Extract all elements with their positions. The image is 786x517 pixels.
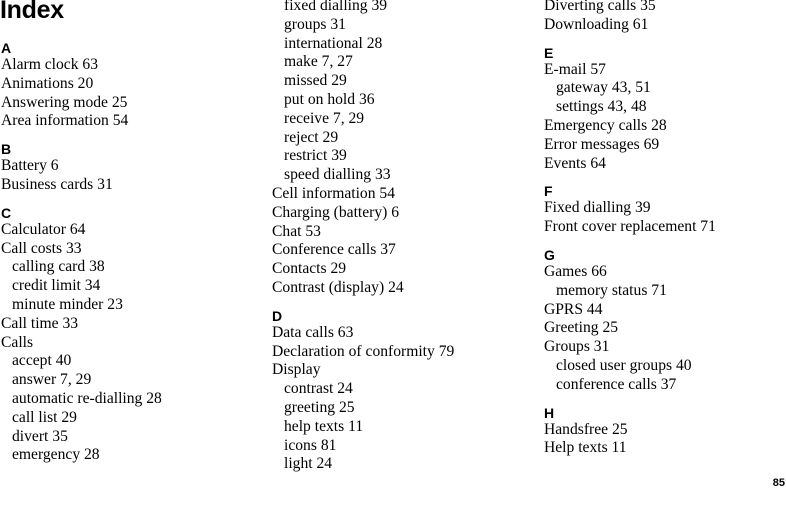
index-subentry: automatic re-dialling 28 <box>12 389 162 407</box>
section-letter-heading: F <box>544 183 553 200</box>
index-subentry: contrast 24 <box>284 380 353 398</box>
index-entry: Events 64 <box>544 154 606 172</box>
index-entry: Conference calls 37 <box>272 241 396 259</box>
index-column-3: Diverting calls 35 Downloading 61 E E-mail … <box>544 0 716 458</box>
index-subentry: speed dialling 33 <box>284 166 391 184</box>
index-entry: Groups 31 <box>544 338 610 356</box>
section-letter-heading: A <box>1 40 12 56</box>
index-entry: Contacts 29 <box>272 260 347 278</box>
index-entry: Call costs 33 <box>1 239 82 257</box>
index-subentry: call list 29 <box>12 408 77 426</box>
index-subentry: credit limit 34 <box>12 277 101 295</box>
index-subentry: reject 29 <box>284 128 339 146</box>
index-entry: Games 66 <box>544 262 607 280</box>
index-entry: Downloading 61 <box>544 15 649 33</box>
index-subentry: international 28 <box>284 34 383 52</box>
index-entry: Fixed dialling 39 <box>544 199 651 217</box>
index-subentry: emergency 28 <box>12 446 100 464</box>
index-column-2: fixed dialling 39 groups 31 international … <box>272 0 454 474</box>
index-entry: Charging (battery) 6 <box>272 203 400 221</box>
index-subentry: missed 29 <box>284 72 347 90</box>
index-subentry: light 24 <box>284 455 333 473</box>
index-subentry: make 7, 27 <box>284 53 353 71</box>
page-title: Index <box>0 0 64 24</box>
index-subentry: answer 7, 29 <box>12 371 92 389</box>
index-subentry: groups 31 <box>284 15 346 33</box>
index-entry: Calls <box>1 333 34 351</box>
index-subentry: gateway 43, 51 <box>556 79 651 97</box>
index-entry: Error messages 69 <box>544 135 660 153</box>
index-entry: Contrast (display) 24 <box>272 278 404 296</box>
index-entry: Alarm clock 63 <box>1 56 98 73</box>
index-entry: Animations 20 <box>1 74 94 92</box>
index-subentry: accept 40 <box>12 352 72 370</box>
index-entry: GPRS 44 <box>544 300 603 318</box>
index-subentry: help texts 11 <box>284 417 364 435</box>
index-subentry: calling card 38 <box>12 258 105 276</box>
index-entry: Data calls 63 <box>272 323 354 341</box>
index-entry: Help texts 11 <box>544 439 627 457</box>
section-letter-heading: D <box>272 307 283 324</box>
section-letter-heading: B <box>1 141 12 158</box>
index-entry: Greeting 25 <box>544 319 619 337</box>
index-subentry: minute minder 23 <box>12 295 123 313</box>
index-entry: Display <box>272 361 321 379</box>
index-entry: Calculator 64 <box>1 220 86 238</box>
index-entry: Declaration of conformity 79 <box>272 342 455 360</box>
index-subentry: memory status 71 <box>556 281 667 299</box>
index-entry: Battery 6 <box>1 157 59 175</box>
index-subentry: receive 7, 29 <box>284 109 365 127</box>
index-subentry: icons 81 <box>284 436 337 454</box>
index-entry: Area information 54 <box>1 112 129 130</box>
index-subentry: divert 35 <box>12 427 68 445</box>
index-entry: E-mail 57 <box>544 60 606 78</box>
page-number: 85 <box>772 477 785 489</box>
section-letter-heading: E <box>544 44 554 61</box>
index-entry: Chat 53 <box>272 222 321 240</box>
index-subentry: put on hold 36 <box>284 90 375 108</box>
section-letter-heading: H <box>544 404 555 421</box>
index-entry: Handsfree 25 <box>544 420 628 438</box>
index-subentry: conference calls 37 <box>556 375 677 393</box>
index-subentry: closed user groups 40 <box>556 356 692 374</box>
index-subentry: settings 43, 48 <box>556 98 647 116</box>
index-subentry: greeting 25 <box>284 398 355 416</box>
index-entry: Cell information 54 <box>272 184 395 202</box>
index-entry: Answering mode 25 <box>1 93 128 111</box>
index-subentry: fixed dialling 39 <box>284 0 388 14</box>
index-entry: Diverting calls 35 <box>544 0 656 14</box>
index-subentry: restrict 39 <box>284 147 347 165</box>
index-entry: Emergency calls 28 <box>544 116 667 134</box>
section-letter-heading: C <box>1 204 12 221</box>
index-column-1: A Alarm clock 63 Animations 20 Answering mo… <box>1 40 162 465</box>
index-entry: Front cover replacement 71 <box>544 218 716 236</box>
section-letter-heading: G <box>544 246 555 263</box>
index-entry: Business cards 31 <box>1 175 113 193</box>
index-entry: Call time 33 <box>1 314 79 332</box>
